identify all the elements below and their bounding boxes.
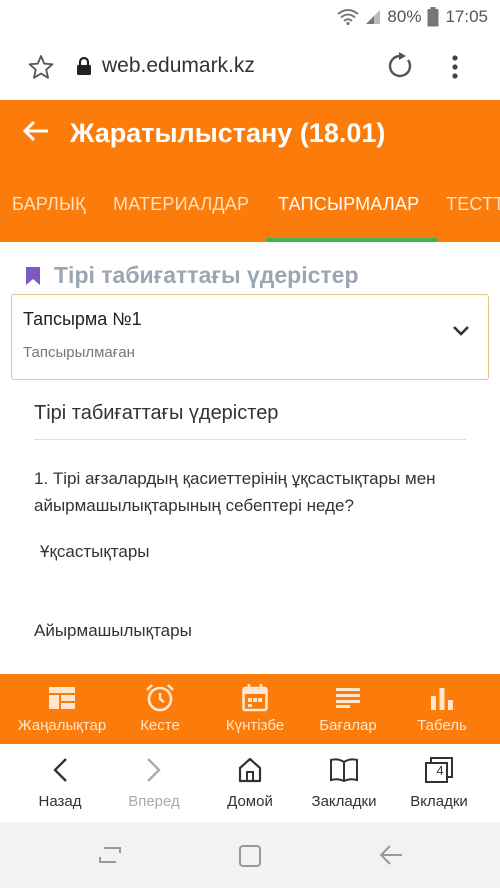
browser-home-button[interactable]: Домой (202, 744, 298, 822)
battery-icon (427, 7, 439, 27)
tab-bar: БАРЛЫҚ МАТЕРИАЛДАР ТАПСЫРМАЛАР ТЕСТТ (0, 188, 500, 242)
news-icon (49, 687, 75, 709)
browser-tabs-button[interactable]: 4 Вкладки (391, 744, 487, 822)
bookmarks-icon (330, 758, 358, 783)
reload-icon[interactable] (386, 52, 414, 80)
status-bar: 80% 17:05 (0, 0, 500, 34)
clock-time: 17:05 (445, 7, 488, 26)
more-vert-icon[interactable] (446, 54, 464, 80)
system-back-icon[interactable] (378, 844, 404, 866)
browser-home-label: Домой (227, 793, 273, 810)
browser-back-button[interactable]: Назад (12, 744, 108, 822)
divider (34, 439, 466, 440)
home-button-icon[interactable] (238, 844, 262, 868)
back-arrow-icon[interactable] (22, 118, 50, 144)
grades-icon (336, 688, 360, 708)
forward-icon (147, 758, 161, 782)
page-title: Жаратылыстану (18.01) (70, 118, 386, 148)
bookmark-icon (26, 266, 40, 285)
nav-grades[interactable]: Бағалар (298, 674, 398, 744)
task-card[interactable]: Тапсырма №1 Тапсырылмаған (11, 294, 489, 380)
browser-forward-button[interactable]: Вперед (106, 744, 202, 822)
browser-address-bar: web.edumark.kz (0, 34, 500, 100)
chevron-down-icon[interactable] (452, 325, 470, 337)
app-header: Жаратылыстану (18.01) БАРЛЫҚ МАТЕРИАЛДАР… (0, 100, 500, 242)
battery-percent: 80% (387, 7, 422, 26)
lock-icon (77, 56, 91, 75)
tab-materials[interactable]: МАТЕРИАЛДАР (113, 194, 249, 215)
task-title: Тапсырма №1 (23, 309, 142, 329)
signal-icon (366, 10, 381, 24)
nav-schedule-label: Кесте (140, 717, 180, 734)
browser-bookmarks-label: Закладки (311, 793, 377, 810)
nav-calendar-label: Күнтізбе (225, 717, 285, 734)
task-status: Тапсырылмаған (23, 344, 135, 361)
wifi-icon (337, 9, 360, 25)
star-icon[interactable] (28, 54, 54, 80)
nav-calendar[interactable]: Күнтізбе (205, 674, 305, 744)
url-text[interactable]: web.edumark.kz (102, 54, 255, 78)
app-bottom-nav: Жаңалықтар Кесте Күнтізбе Бағалар Табель (0, 674, 500, 744)
calendar-icon (242, 684, 268, 712)
browser-back-label: Назад (38, 793, 82, 810)
answer-differences-label: Айырмашылықтары (34, 621, 192, 640)
recent-apps-icon[interactable] (98, 844, 122, 866)
browser-bookmarks-button[interactable]: Закладки (296, 744, 392, 822)
nav-news[interactable]: Жаңалықтар (0, 674, 124, 744)
tab-all[interactable]: БАРЛЫҚ (12, 194, 86, 215)
browser-forward-label: Вперед (128, 793, 180, 810)
content-title: Тірі табиғаттағы үдерістер (34, 402, 279, 424)
nav-grades-label: Бағалар (319, 717, 377, 734)
home-icon (238, 757, 262, 783)
browser-bottom-nav: Назад Вперед Домой Закладки 4 Вкладки (0, 744, 500, 822)
clock-icon (146, 684, 174, 712)
tab-assignments[interactable]: ТАПСЫРМАЛАР (278, 194, 419, 215)
bar-chart-icon (431, 688, 453, 710)
question-text: 1. Тірі ағзалардың қасиеттерінің ұқсасты… (34, 469, 436, 515)
tab-tests[interactable]: ТЕСТТ (446, 194, 500, 215)
nav-schedule[interactable]: Кесте (110, 674, 210, 744)
nav-report-label: Табель (417, 717, 467, 734)
back-icon (53, 758, 67, 782)
browser-tabs-label: Вкладки (410, 793, 468, 810)
tabs-count: 4 (436, 763, 444, 778)
nav-news-label: Жаңалықтар (17, 717, 107, 734)
active-tab-indicator (266, 238, 438, 242)
nav-report[interactable]: Табель (392, 674, 492, 744)
section-title: Тірі табиғаттағы үдерістер (54, 262, 359, 288)
system-navigation-bar (0, 822, 500, 888)
section-header: Тірі табиғаттағы үдерістер (26, 262, 359, 289)
answer-similarities-label: Ұқсастықтары (40, 542, 150, 561)
